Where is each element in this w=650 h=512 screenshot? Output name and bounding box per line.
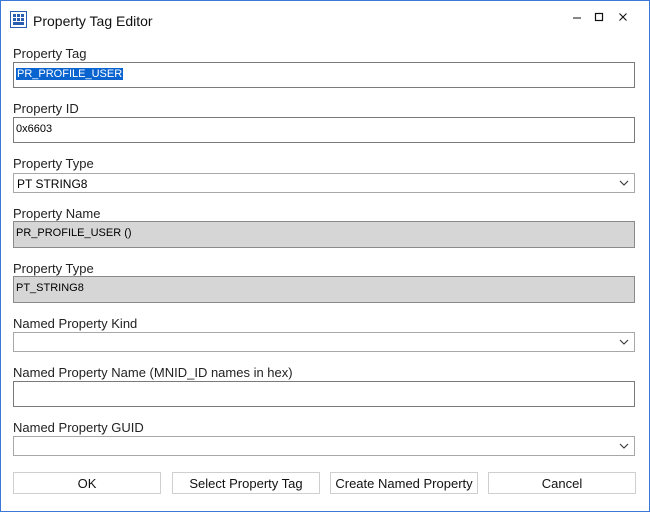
property-type-select-label: Property Type <box>13 156 94 171</box>
named-property-kind-label: Named Property Kind <box>13 316 138 331</box>
property-type-display[interactable]: PT_STRING8 <box>13 276 635 303</box>
close-icon <box>619 13 627 21</box>
chevron-down-icon <box>619 443 629 449</box>
close-button[interactable] <box>608 5 638 29</box>
property-id-value: 0x6603 <box>16 123 53 135</box>
ok-button[interactable]: OK <box>13 472 161 494</box>
property-name-value: PR_PROFILE_USER () <box>16 227 132 239</box>
property-type-dropdown[interactable]: PT STRING8 <box>13 173 635 193</box>
maximize-icon <box>594 12 604 22</box>
property-id-input[interactable]: 0x6603 <box>13 117 635 143</box>
property-id-label: Property ID <box>13 101 79 116</box>
property-type-display-value: PT_STRING8 <box>16 282 84 294</box>
grid-app-icon <box>10 11 27 28</box>
chevron-down-icon <box>619 180 629 186</box>
property-type-display-label: Property Type <box>13 261 94 276</box>
named-property-kind-dropdown[interactable] <box>13 332 635 352</box>
window-title: Property Tag Editor <box>33 13 153 29</box>
title-bar[interactable]: Property Tag Editor <box>1 1 649 41</box>
property-tag-value: PR_PROFILE_USER <box>16 68 124 80</box>
property-tag-input[interactable]: PR_PROFILE_USER <box>13 62 635 88</box>
named-property-name-input[interactable] <box>13 381 635 407</box>
cancel-button[interactable]: Cancel <box>488 472 636 494</box>
property-tag-editor-window: Property Tag Editor Property Tag PR_PROF… <box>0 0 650 512</box>
property-type-selected-value: PT STRING8 <box>17 177 88 191</box>
named-property-name-label: Named Property Name (MNID_ID names in he… <box>13 365 293 380</box>
property-name-label: Property Name <box>13 206 101 221</box>
select-property-tag-button[interactable]: Select Property Tag <box>172 472 320 494</box>
property-tag-label: Property Tag <box>13 46 87 61</box>
chevron-down-icon <box>619 339 629 345</box>
create-named-property-button[interactable]: Create Named Property <box>330 472 478 494</box>
named-property-guid-label: Named Property GUID <box>13 420 144 435</box>
minimize-icon <box>573 17 581 19</box>
named-property-guid-dropdown[interactable] <box>13 436 635 456</box>
property-name-display[interactable]: PR_PROFILE_USER () <box>13 221 635 248</box>
